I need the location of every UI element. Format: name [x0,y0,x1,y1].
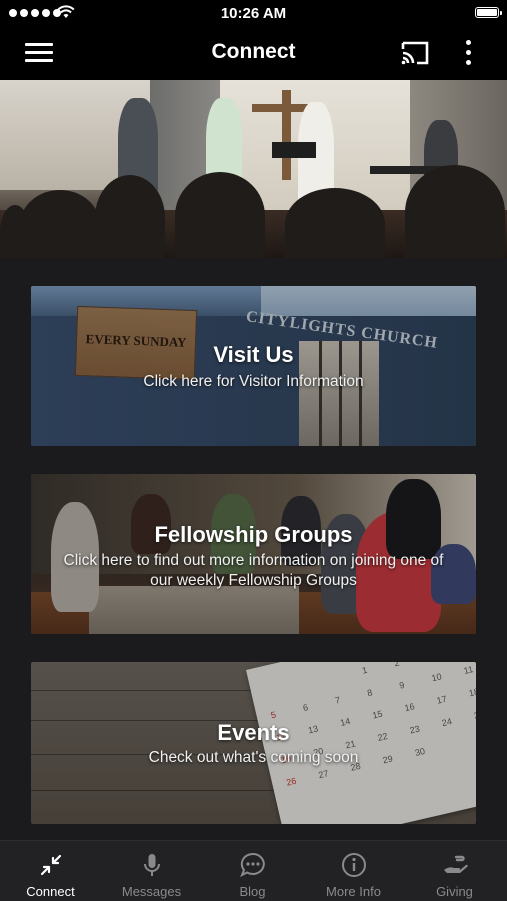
bottom-tab-bar: Connect Messages Blog More Info Giving [0,840,507,901]
tab-more-info[interactable]: More Info [303,841,404,901]
fellowship-groups-subtitle: Click here to find out more information … [63,552,444,589]
tab-label: Giving [436,884,473,899]
app-bar: Connect [0,26,507,80]
chat-bubble-icon [239,852,265,878]
events-title: Events [217,720,290,745]
microphone-icon [143,854,160,876]
tab-label: More Info [326,884,381,899]
visit-us-subtitle: Click here for Visitor Information [143,373,364,390]
tab-label: Blog [239,884,266,899]
battery-icon [475,7,502,18]
tab-giving[interactable]: Giving [404,841,505,901]
tab-connect[interactable]: Connect [0,841,101,901]
fellowship-groups-card[interactable]: Fellowship Groups Click here to find out… [31,474,476,634]
status-time: 10:26 AM [220,5,287,22]
tab-label: Connect [26,884,75,899]
events-card[interactable]: 1234 567891011 12131415161718 1920212223… [31,662,476,824]
cast-icon[interactable] [399,38,431,68]
tab-messages[interactable]: Messages [101,841,202,901]
tab-blog[interactable]: Blog [202,841,303,901]
visit-us-card[interactable]: EVERY SUNDAY CITYLIGHTS CHURCH Visit Us … [31,286,476,446]
fellowship-groups-title: Fellowship Groups [154,522,353,547]
giving-hand-icon [443,855,468,873]
status-bar: 10:26 AM [0,0,507,26]
tab-label: Messages [121,884,182,899]
hero-worship-image [0,80,507,258]
events-subtitle: Check out what's coming soon [148,749,359,766]
compress-arrows-icon [40,854,61,876]
info-circle-icon [341,853,366,877]
visit-us-title: Visit Us [213,342,294,367]
more-options-icon[interactable] [457,38,479,68]
